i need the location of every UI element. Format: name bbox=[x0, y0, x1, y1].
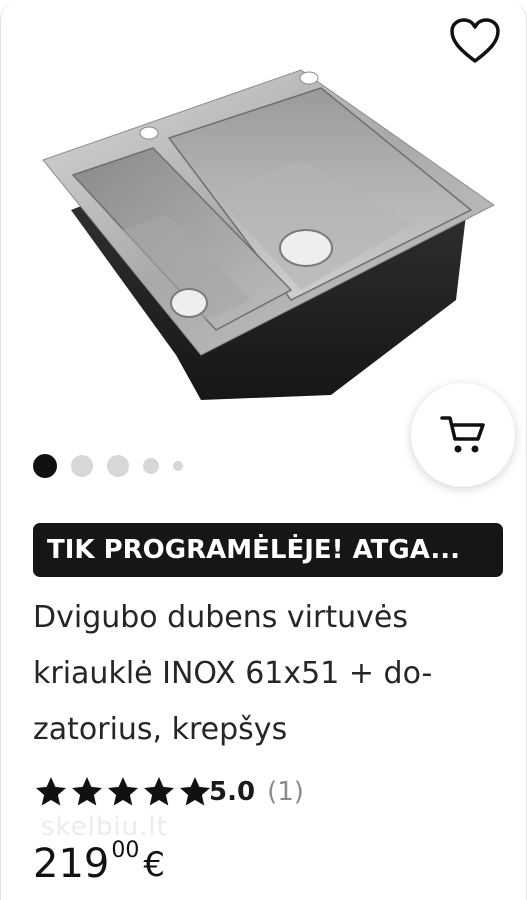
carousel-dot[interactable] bbox=[143, 458, 159, 474]
rating: 5.0 (1) bbox=[33, 770, 304, 814]
star-filled-icon bbox=[180, 777, 210, 806]
product-card[interactable]: TIK PROGRAMĖLĖJE! ATGA... Dvigubo dubens… bbox=[0, 0, 527, 900]
price-decimal: 00 bbox=[111, 838, 140, 863]
carousel-dot[interactable] bbox=[173, 461, 183, 471]
star-filled-icon bbox=[144, 777, 174, 806]
product-title-line: Dvigubo dubens virtuvės bbox=[33, 600, 408, 635]
favorite-button[interactable] bbox=[448, 14, 502, 68]
product-title-line: zatorius, krepšys bbox=[33, 712, 288, 747]
product-title[interactable]: Dvigubo dubens virtuvės kriauklė INOX 61… bbox=[33, 590, 503, 758]
star-filled-icon bbox=[72, 777, 102, 806]
carousel-indicators bbox=[33, 454, 197, 478]
carousel-dot[interactable] bbox=[107, 455, 129, 477]
rating-value: 5.0 bbox=[209, 777, 256, 807]
carousel-dot-active[interactable] bbox=[33, 454, 57, 478]
shopping-cart-icon bbox=[440, 416, 485, 453]
star-filled-icon bbox=[36, 777, 66, 806]
price-integer: 219 bbox=[33, 841, 110, 887]
product-title-line: kriauklė INOX 61x51 + do- bbox=[33, 656, 433, 691]
star-filled-icon bbox=[108, 777, 138, 806]
rating-count[interactable]: (1) bbox=[267, 777, 304, 807]
price: 219 00 € bbox=[33, 836, 165, 896]
add-to-cart-button[interactable] bbox=[411, 383, 515, 487]
price-currency: € bbox=[143, 845, 165, 885]
product-image-carousel[interactable] bbox=[1, 0, 526, 500]
carousel-dot[interactable] bbox=[71, 455, 93, 477]
rating-stars bbox=[33, 774, 213, 810]
heart-outline-icon bbox=[450, 18, 500, 63]
promo-badge: TIK PROGRAMĖLĖJE! ATGA... bbox=[33, 523, 503, 577]
